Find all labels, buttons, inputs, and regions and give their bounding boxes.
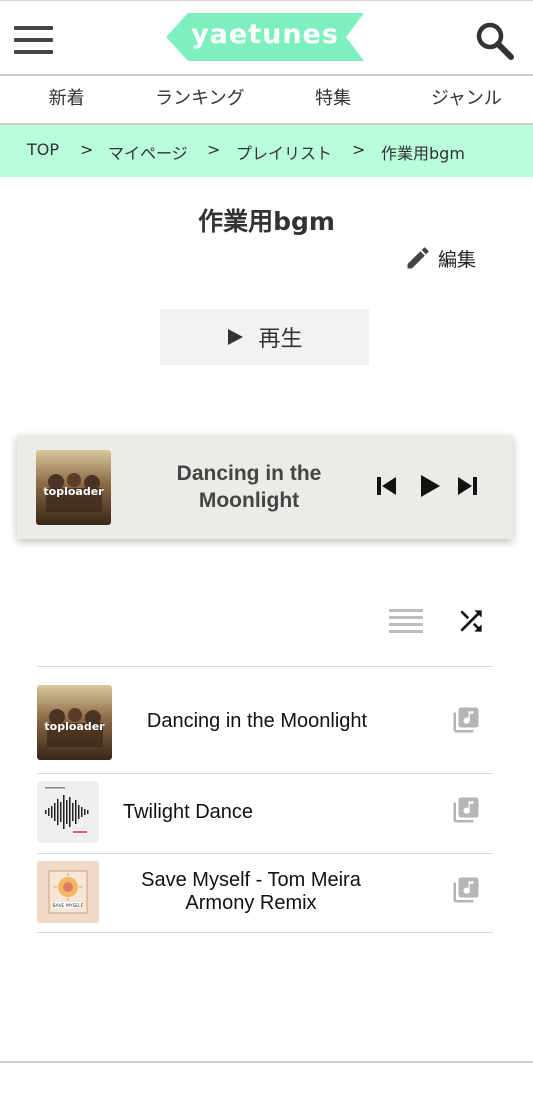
shuffle-icon[interactable] [455,605,487,637]
edit-button[interactable]: 編集 [404,244,476,272]
track-title: Dancing in the Moonlight [146,710,368,732]
breadcrumb-separator: > [80,140,94,159]
list-toolbar [0,600,533,640]
breadcrumb-current: 作業用bgm [381,144,465,163]
nav-item-ranking[interactable]: ランキング [133,76,266,123]
hamburger-menu-icon[interactable] [14,26,54,54]
breadcrumb-top[interactable]: TOP [27,140,59,159]
play-icon [228,329,244,345]
playlist-title: 作業用bgm [198,207,335,236]
breadcrumb-mypage[interactable]: マイページ [108,140,188,164]
track-title: Save Myself - Tom Meira Armony Remix [141,869,361,914]
skip-next-icon[interactable] [455,474,479,498]
breadcrumb: TOP > マイページ > プレイリスト > 作業用bgm [0,125,533,177]
nav-item-new[interactable]: 新着 [0,76,133,123]
search-icon[interactable] [474,21,516,61]
play-icon[interactable] [418,473,442,499]
edit-label: 編集 [438,248,477,271]
pencil-icon [407,247,429,269]
mini-player: toploader Dancing in the Moonlight [17,435,513,539]
logo[interactable]: yaetunes [166,13,364,61]
breadcrumb-playlist[interactable]: プレイリスト [236,140,332,164]
play-playlist-button[interactable]: 再生 [160,309,369,365]
add-to-library-icon[interactable] [451,795,481,825]
album-art-label: toploader [44,720,105,733]
nav-item-featured[interactable]: 特集 [267,76,400,123]
track-row[interactable]: Twilight Dance [37,773,493,853]
track-row[interactable]: SAVE MYSELF Save Myself - Tom Meira Armo… [37,853,493,932]
breadcrumb-separator: > [352,140,366,159]
app-header: yaetunes [0,0,533,76]
add-to-library-icon[interactable] [451,705,481,735]
track-album-art [37,781,99,843]
track-album-art: SAVE MYSELF [37,861,99,923]
breadcrumb-separator: > [207,140,221,159]
logo-text: yaetunes [191,19,339,50]
footer-divider [0,1061,533,1063]
skip-previous-icon[interactable] [375,474,399,498]
list-divider [37,932,493,933]
add-to-library-icon[interactable] [451,875,481,905]
list-icon[interactable] [389,607,423,635]
track-row[interactable]: toploader Dancing in the Moonlight [37,666,493,773]
nav-item-genre[interactable]: ジャンル [400,76,533,123]
now-playing-title: Dancing in the Moonlight [176,462,322,512]
album-art-label: SAVE MYSELF [53,903,84,909]
track-title: Twilight Dance [122,801,254,823]
now-playing-album-art: toploader [36,450,111,525]
play-label: 再生 [258,327,303,352]
main-nav: 新着 ランキング 特集 ジャンル [0,76,533,125]
album-art-label: toploader [43,485,104,498]
track-album-art: toploader [37,685,112,760]
